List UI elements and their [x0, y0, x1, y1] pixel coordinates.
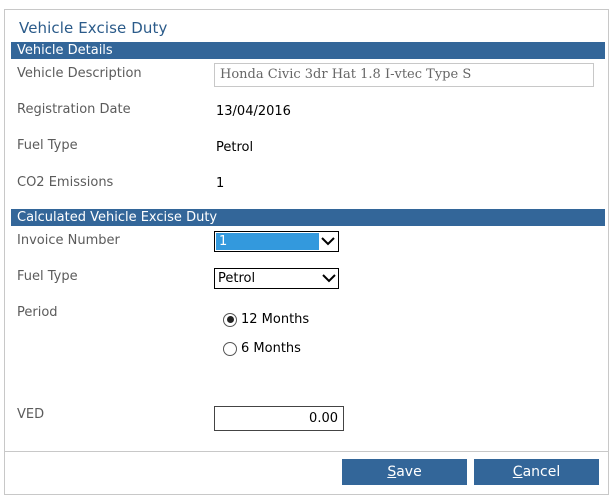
- vehicle-description-label: Vehicle Description: [17, 66, 142, 81]
- fuel-type-selected: Petrol: [218, 271, 256, 286]
- vehicle-description-field[interactable]: Honda Civic 3dr Hat 1.8 I-vtec Type S: [214, 63, 594, 87]
- cancel-button[interactable]: Cancel: [474, 459, 599, 485]
- calc-fuel-type-label: Fuel Type: [17, 269, 78, 284]
- section-header-vehicle-details: Vehicle Details: [11, 42, 605, 59]
- section-header-calculated-ved: Calculated Vehicle Excise Duty: [11, 209, 605, 226]
- period-radio-12-months[interactable]: 12 Months: [223, 312, 309, 327]
- period-option-label: 12 Months: [241, 312, 310, 327]
- vehicle-excise-duty-dialog: Vehicle Excise Duty Vehicle Details Vehi…: [4, 9, 609, 495]
- fuel-type-select[interactable]: Petrol: [214, 268, 339, 289]
- invoice-number-selected: 1: [216, 233, 319, 250]
- radio-unchecked-icon[interactable]: [223, 341, 237, 356]
- ved-label: VED: [17, 407, 45, 422]
- co2-emissions-label: CO2 Emissions: [17, 175, 114, 190]
- period-radio-6-months[interactable]: 6 Months: [223, 341, 301, 356]
- cancel-accesskey: C: [512, 464, 523, 480]
- fuel-type-label: Fuel Type: [17, 138, 78, 153]
- save-label: ave: [396, 464, 422, 480]
- save-button[interactable]: Save: [342, 459, 467, 485]
- fuel-type-value: Petrol: [216, 140, 254, 155]
- registration-date-label: Registration Date: [17, 102, 131, 117]
- chevron-down-icon: [319, 237, 337, 246]
- invoice-number-select[interactable]: 1: [214, 231, 339, 252]
- cancel-label: ancel: [522, 464, 561, 480]
- registration-date-value: 13/04/2016: [216, 104, 291, 119]
- footer-divider: [5, 451, 608, 452]
- period-label: Period: [17, 305, 58, 320]
- radio-checked-icon[interactable]: [223, 312, 237, 327]
- save-accesskey: S: [387, 464, 397, 480]
- invoice-number-label: Invoice Number: [17, 233, 120, 248]
- ved-amount-field[interactable]: 0.00: [214, 406, 344, 431]
- dialog-title: Vehicle Excise Duty: [19, 19, 168, 37]
- chevron-down-icon: [320, 274, 338, 283]
- period-option-label: 6 Months: [241, 341, 301, 356]
- co2-emissions-value: 1: [216, 176, 225, 191]
